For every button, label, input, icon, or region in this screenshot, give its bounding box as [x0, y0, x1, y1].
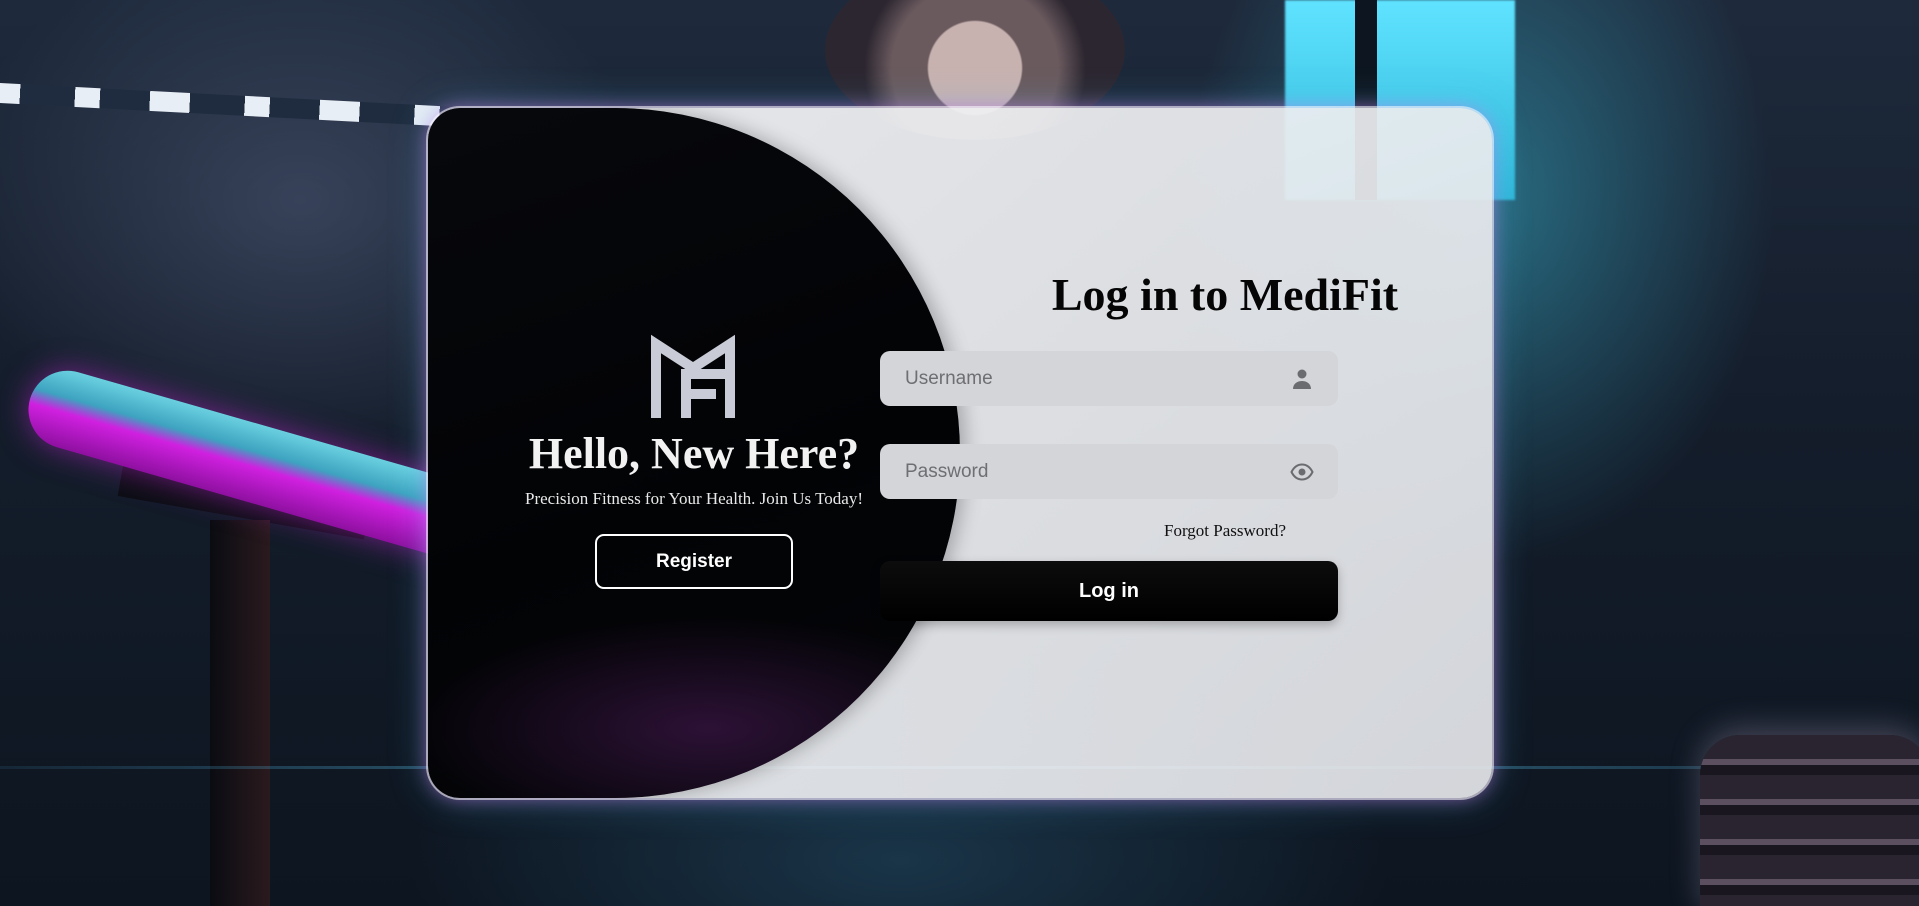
register-button[interactable]: Register: [595, 534, 793, 589]
background-bench-leg: [210, 520, 270, 906]
password-field: [880, 444, 1338, 499]
password-input[interactable]: [880, 444, 1338, 499]
auth-card: Hello, New Here? Precision Fitness for Y…: [428, 108, 1492, 798]
login-heading: Log in to MediFit: [1051, 269, 1399, 320]
user-icon: [1293, 369, 1311, 389]
forgot-password-link[interactable]: Forgot Password?: [960, 521, 1490, 541]
eye-icon[interactable]: [1290, 460, 1314, 484]
medifit-mf-logo-icon: [651, 334, 735, 418]
username-field: [880, 351, 1338, 406]
username-input[interactable]: [880, 351, 1338, 406]
login-button[interactable]: Log in: [880, 561, 1338, 621]
background-weight-stack: [1700, 735, 1919, 906]
